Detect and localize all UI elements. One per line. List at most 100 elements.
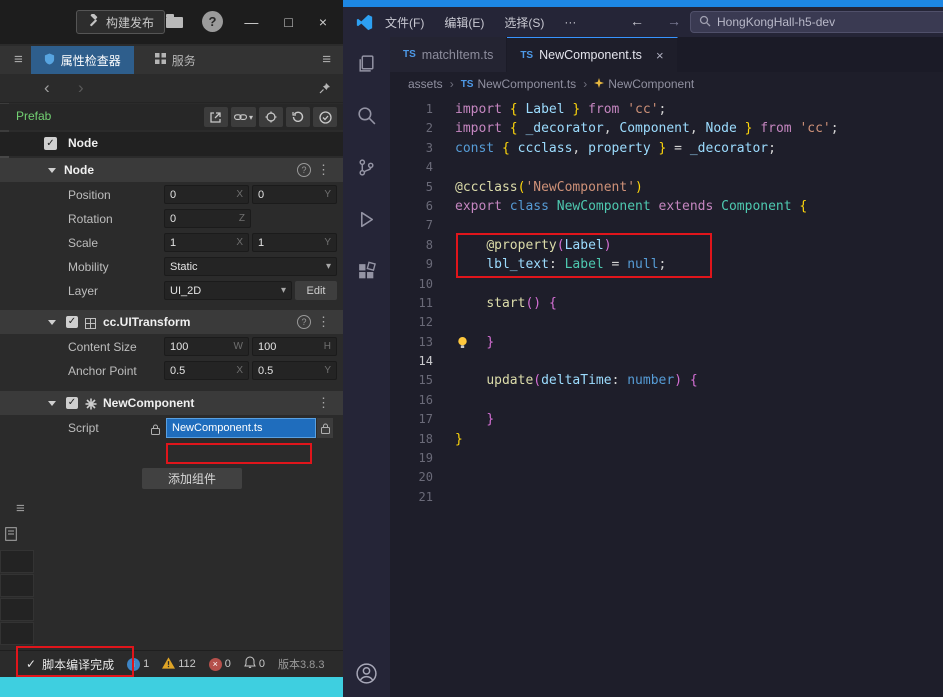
lock-icon[interactable] — [317, 418, 333, 438]
notification-counter[interactable]: 0 — [244, 656, 265, 672]
more-icon[interactable]: ⋮ — [317, 314, 330, 330]
code-line[interactable]: 18} — [390, 430, 943, 449]
section-header-node[interactable]: Node ? ⋮ — [0, 158, 343, 182]
prefab-apply-button[interactable] — [313, 107, 337, 127]
section-header-uitransform[interactable]: ✓ cc.UITransform ? ⋮ — [0, 310, 343, 334]
nav-forward-icon[interactable]: → — [667, 13, 681, 29]
code-line[interactable]: 17 } — [390, 410, 943, 429]
build-publish-button[interactable]: 构建发布 — [76, 10, 165, 34]
editor-tab[interactable]: TSmatchItem.ts — [390, 37, 507, 72]
search-icon[interactable] — [356, 105, 377, 131]
code-line[interactable]: 2import { _decorator, Component, Node } … — [390, 119, 943, 138]
property-label: Anchor Point — [68, 364, 137, 378]
more-icon[interactable]: ⋮ — [317, 162, 330, 178]
help-icon[interactable]: ? — [297, 163, 311, 177]
add-component-button[interactable]: 添加组件 — [142, 468, 242, 489]
code-line[interactable]: 5@ccclass('NewComponent') — [390, 178, 943, 197]
code-line[interactable]: 15 update(deltaTime: number) { — [390, 371, 943, 390]
collapse-icon[interactable] — [48, 168, 56, 173]
extensions-icon[interactable] — [356, 261, 377, 287]
code-editor[interactable]: 1import { Label } from 'cc';2import { _d… — [390, 96, 943, 697]
position-x-input[interactable]: 0X — [164, 185, 249, 204]
code-line[interactable]: 16 — [390, 391, 943, 410]
code-line[interactable]: 1import { Label } from 'cc'; — [390, 100, 943, 119]
scale-y-input[interactable]: 1Y — [252, 233, 337, 252]
breadcrumb-item[interactable]: TS NewComponent.ts — [461, 77, 577, 91]
tab-services[interactable]: 服务 — [142, 46, 209, 74]
layer-select[interactable]: UI_2D▾ — [164, 281, 292, 300]
prefab-reset-button[interactable] — [286, 107, 310, 127]
script-value: NewComponent.ts — [172, 422, 263, 434]
prefab-edit-button[interactable] — [204, 107, 228, 127]
line-number: 19 — [390, 449, 433, 468]
collapse-icon[interactable] — [48, 320, 56, 325]
forward-icon[interactable]: › — [78, 78, 84, 98]
run-debug-icon[interactable] — [356, 209, 377, 235]
maximize-button[interactable]: □ — [284, 14, 292, 30]
collapse-icon[interactable] — [48, 401, 56, 406]
menu-item[interactable]: ··· — [564, 15, 576, 29]
code-line[interactable]: 4 — [390, 158, 943, 177]
help-icon[interactable]: ? — [297, 315, 311, 329]
code-line[interactable]: 14 — [390, 352, 943, 371]
folder-icon[interactable] — [166, 17, 183, 28]
back-icon[interactable]: ‹ — [44, 78, 50, 98]
lightbulb-icon[interactable] — [456, 336, 469, 354]
minimize-button[interactable]: — — [244, 14, 258, 30]
layer-edit-button[interactable]: Edit — [295, 281, 337, 300]
tab-inspector[interactable]: 属性检查器 — [31, 46, 134, 74]
menu-item[interactable]: 文件(F) — [385, 14, 424, 31]
mobility-select[interactable]: Static▾ — [164, 257, 337, 276]
code-line[interactable]: 11 start() { — [390, 294, 943, 313]
command-search-input[interactable]: HongKongHall-h5-dev — [690, 11, 943, 33]
code-line[interactable]: 3const { ccclass, property } = _decorato… — [390, 139, 943, 158]
prefab-link-button[interactable]: ▾ — [231, 107, 256, 127]
anchor-x-input[interactable]: 0.5X — [164, 361, 249, 380]
prefab-locate-button[interactable] — [259, 107, 283, 127]
account-icon[interactable] — [355, 662, 378, 690]
code-line[interactable]: 19 — [390, 449, 943, 468]
notification-count: 0 — [259, 658, 265, 670]
menu-item[interactable]: 编辑(E) — [444, 14, 484, 31]
code-text — [433, 449, 455, 468]
code-text: const { ccclass, property } = _decorator… — [433, 139, 776, 158]
code-line[interactable]: 12 — [390, 313, 943, 332]
anchor-y-input[interactable]: 0.5Y — [252, 361, 337, 380]
menu-item[interactable]: 选择(S) — [504, 14, 544, 31]
breadcrumb-item[interactable]: assets — [408, 77, 443, 91]
vscode-window: 文件(F) 编辑(E) 选择(S) ··· ← → HongKongHall-h5-d… — [343, 0, 943, 697]
code-line[interactable]: 13 } — [390, 333, 943, 352]
component-enabled-checkbox[interactable]: ✓ — [66, 397, 78, 409]
line-number: 2 — [390, 119, 433, 138]
section-header-newcomponent[interactable]: ✓ NewComponent ⋮ — [0, 391, 343, 415]
panel-menu-icon[interactable]: ≡ — [0, 46, 23, 74]
breadcrumb-item[interactable]: NewComponent — [594, 77, 694, 91]
error-counter[interactable]: × 0 — [209, 658, 231, 671]
code-line[interactable]: 21 — [390, 488, 943, 507]
line-number: 20 — [390, 468, 433, 487]
script-input[interactable]: NewComponent.ts — [166, 418, 316, 438]
explorer-icon[interactable] — [356, 53, 377, 79]
code-line[interactable]: 20 — [390, 468, 943, 487]
content-size-h-input[interactable]: 100H — [252, 337, 337, 356]
pin-icon[interactable] — [319, 81, 331, 99]
content-size-w-input[interactable]: 100W — [164, 337, 249, 356]
console-menu-icon[interactable]: ≡ — [16, 500, 25, 517]
component-enabled-checkbox[interactable]: ✓ — [66, 316, 78, 328]
rotation-z-input[interactable]: 0Z — [164, 209, 251, 228]
warning-counter[interactable]: 112 — [162, 657, 196, 672]
scale-x-input[interactable]: 1X — [164, 233, 249, 252]
close-icon[interactable]: × — [656, 48, 664, 63]
panel-options-icon[interactable]: ≡ — [322, 46, 343, 74]
help-icon[interactable]: ? — [202, 11, 223, 32]
more-icon[interactable]: ⋮ — [317, 395, 330, 411]
editor-tab[interactable]: TSNewComponent.ts× — [507, 37, 677, 72]
property-label: Script — [68, 421, 99, 435]
cocos-titlebar: 构建发布 ? — □ × — [0, 0, 343, 44]
close-button[interactable]: × — [319, 14, 327, 30]
code-line[interactable]: 6export class NewComponent extends Compo… — [390, 197, 943, 216]
nav-back-icon[interactable]: ← — [630, 13, 644, 29]
source-control-icon[interactable] — [356, 157, 377, 183]
node-enabled-checkbox[interactable]: ✓ — [44, 137, 57, 150]
position-y-input[interactable]: 0Y — [252, 185, 337, 204]
